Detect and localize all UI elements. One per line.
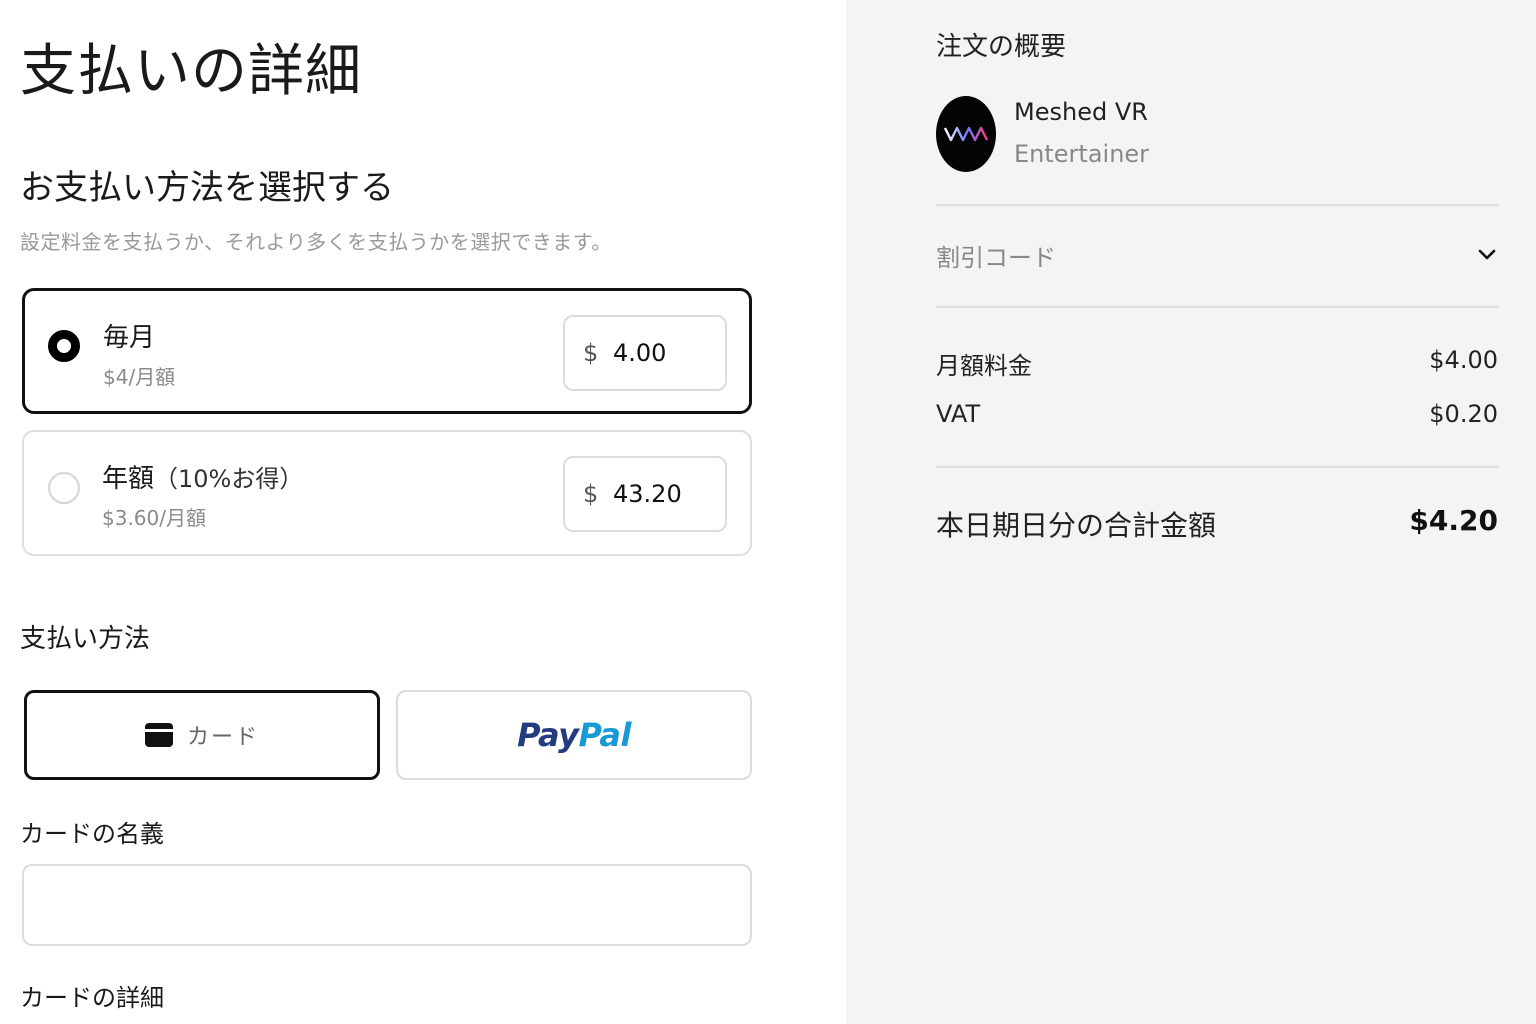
page-title: 支払いの詳細 (20, 39, 362, 104)
plan-name-yearly: 年額（10%お得） (102, 458, 303, 495)
order-summary-title: 注文の概要 (936, 32, 1067, 62)
plan-name-monthly: 毎月 (103, 323, 156, 353)
plan-price-yearly: $3.60/月額 (102, 506, 206, 530)
select-payment-heading: お支払い方法を選択する (20, 168, 394, 208)
divider (936, 466, 1499, 468)
plan-discount-note: （10%お得） (154, 465, 304, 493)
amount-value: 43.20 (613, 480, 682, 508)
currency-symbol: $ (583, 480, 599, 508)
radio-monthly[interactable] (48, 330, 80, 362)
monthly-fee-label: 月額料金 (936, 352, 1032, 380)
amount-value: 4.00 (613, 339, 667, 367)
amount-input-monthly[interactable]: $ 4.00 (563, 315, 727, 391)
plan-option-yearly[interactable]: 年額（10%お得） $3.60/月額 $ 43.20 (22, 430, 752, 556)
paypal-logo: PayPal (517, 716, 631, 754)
payment-details-panel: 支払いの詳細 お支払い方法を選択する 設定料金を支払うか、それより多くを支払うか… (0, 0, 846, 1024)
order-summary-panel: 注文の概要 Meshed VR Entertainer 割引コード 月額料金 $… (846, 0, 1536, 1024)
creator-name: Meshed VR (1014, 98, 1148, 126)
paypal-method-button[interactable]: PayPal (396, 690, 752, 780)
discount-code-toggle[interactable]: 割引コード (936, 238, 1056, 273)
creator-role: Entertainer (1014, 140, 1150, 168)
card-method-label: カード (186, 725, 259, 750)
plan-option-monthly[interactable]: 毎月 $4/月額 $ 4.00 (22, 288, 752, 414)
vat-value: $0.20 (1429, 400, 1498, 428)
plan-name-yearly-label: 年額 (102, 464, 155, 494)
creator-avatar (936, 96, 996, 172)
card-icon (144, 723, 173, 747)
card-method-button[interactable]: カード (24, 690, 380, 780)
cardholder-label: カードの名義 (20, 820, 164, 848)
creator-logo-icon (943, 126, 989, 142)
cardholder-input[interactable] (22, 864, 752, 946)
select-payment-subtitle: 設定料金を支払うか、それより多くを支払うかを選択できます。 (20, 230, 612, 254)
radio-yearly[interactable] (48, 472, 80, 504)
payment-method-heading: 支払い方法 (20, 624, 151, 654)
divider (936, 204, 1499, 206)
amount-input-yearly[interactable]: $ 43.20 (563, 456, 727, 532)
chevron-down-icon[interactable] (1478, 246, 1496, 264)
plan-price-monthly: $4/月額 (103, 365, 176, 389)
total-value: $4.20 (1409, 504, 1498, 537)
currency-symbol: $ (583, 339, 599, 367)
monthly-fee-value: $4.00 (1429, 346, 1498, 374)
divider (936, 306, 1499, 308)
card-details-label: カードの詳細 (20, 984, 164, 1012)
total-label: 本日期日分の合計金額 (936, 509, 1217, 542)
vat-label: VAT (936, 400, 981, 428)
checkout-page: 支払いの詳細 お支払い方法を選択する 設定料金を支払うか、それより多くを支払うか… (0, 0, 1536, 1024)
